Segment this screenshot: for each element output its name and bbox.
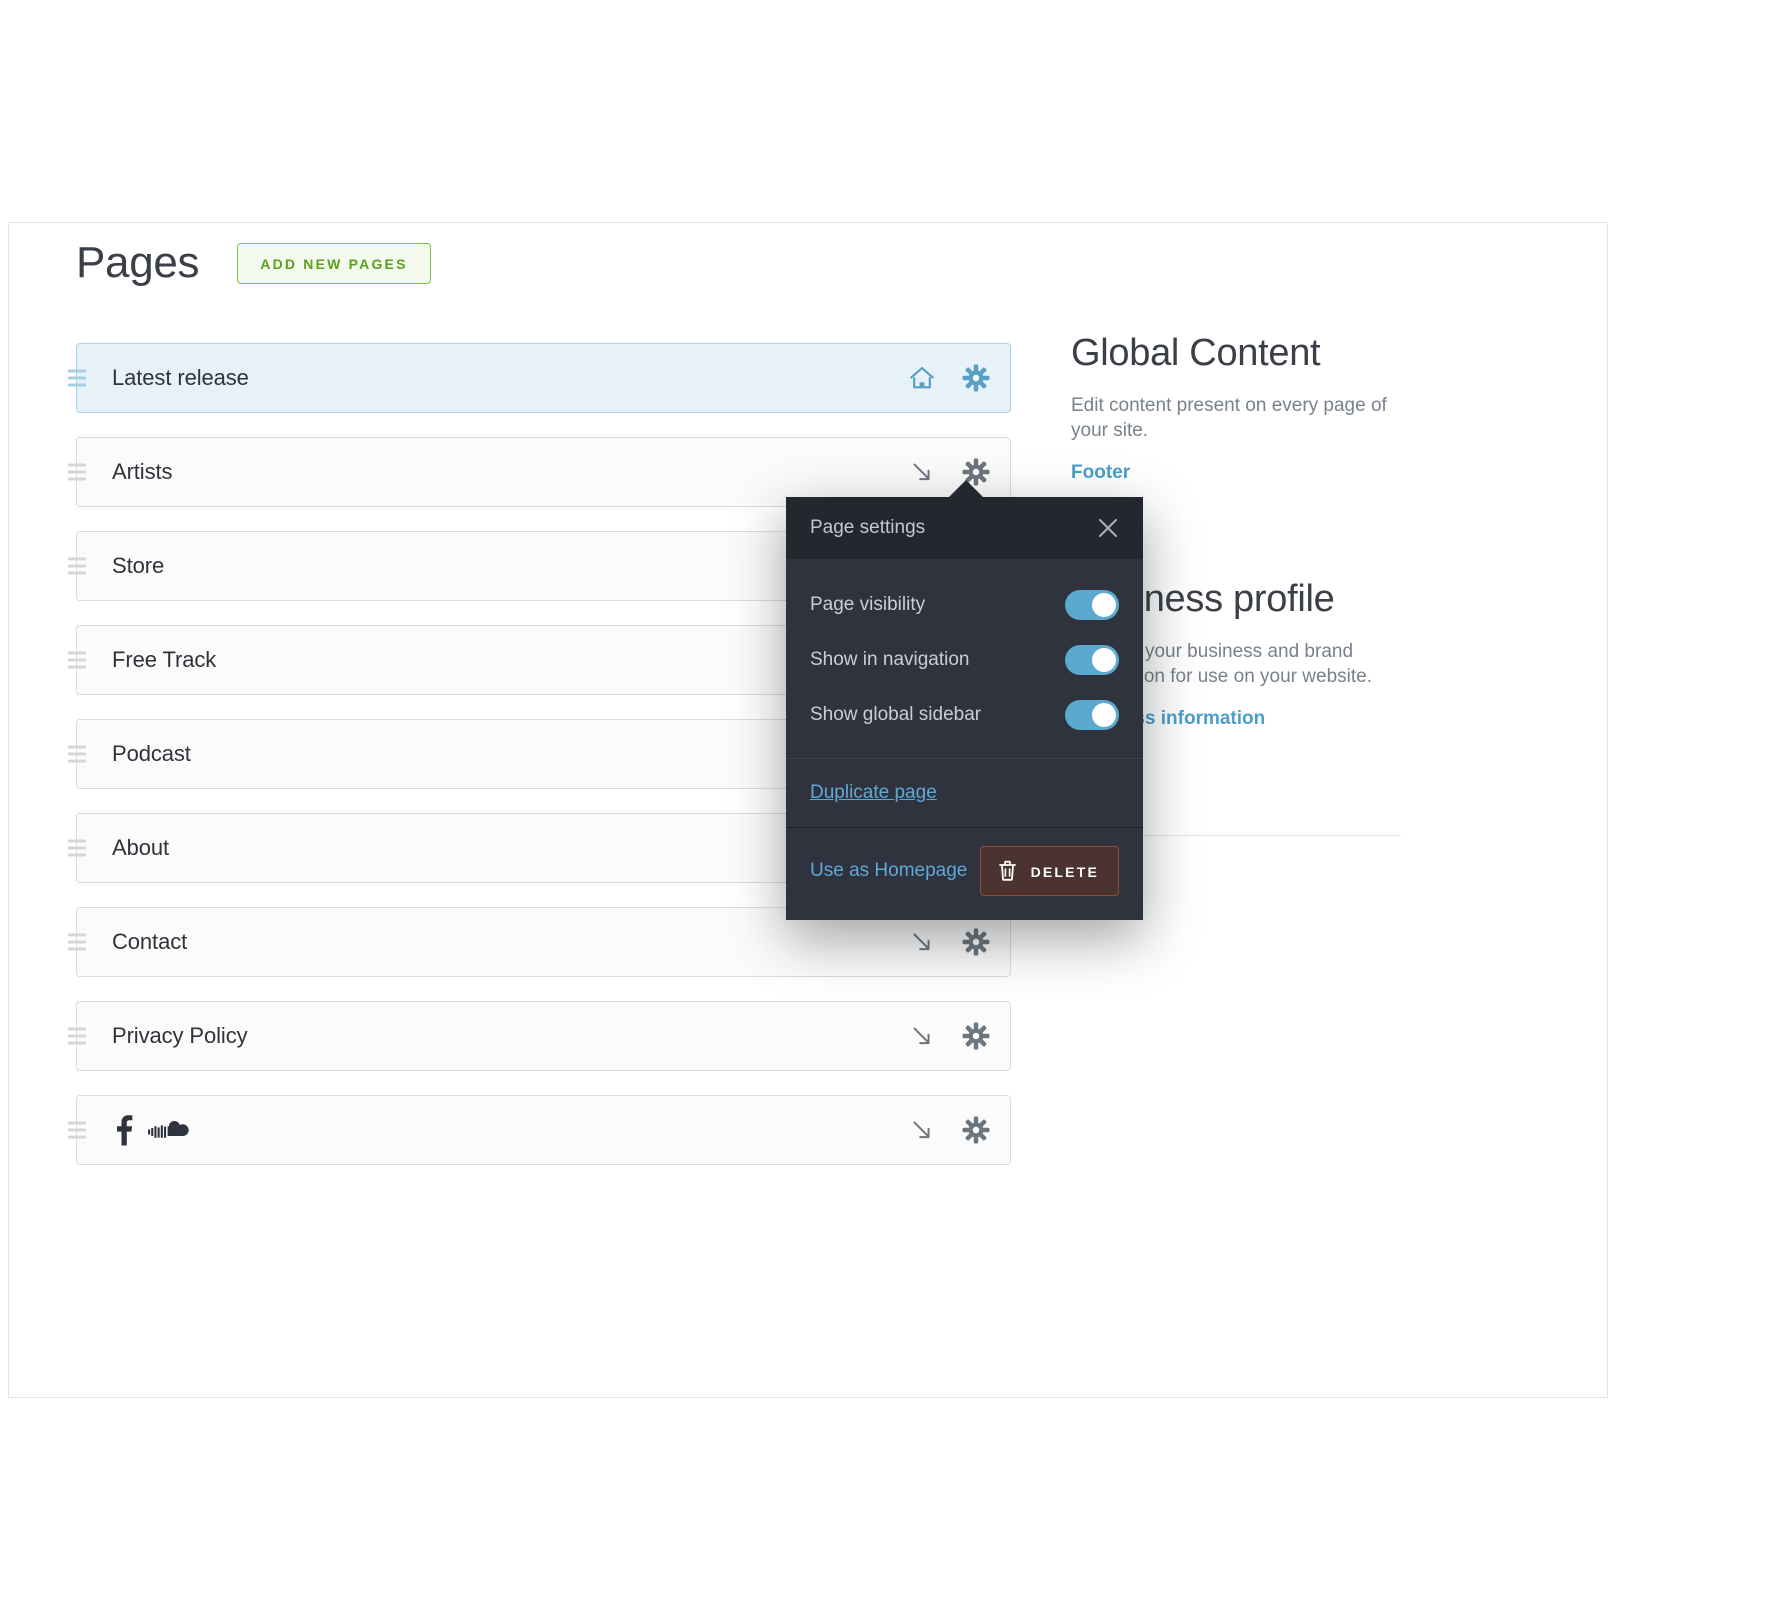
trash-icon <box>998 860 1017 883</box>
toggle-knob <box>1092 702 1116 727</box>
toggle-label: Page visibility <box>810 593 926 615</box>
page-row-actions <box>908 1116 990 1144</box>
page-row-actions <box>908 364 990 392</box>
page-row-actions <box>908 1022 990 1050</box>
delete-button-label: DELETE <box>1030 863 1099 880</box>
close-icon[interactable] <box>1095 515 1121 541</box>
global-content-description: Edit content present on every page of yo… <box>1071 394 1387 442</box>
popover-pointer-arrow <box>949 480 983 497</box>
delete-button[interactable]: DELETE <box>979 846 1119 896</box>
toggle-row: Show global sidebar <box>810 687 1119 742</box>
use-as-homepage-link[interactable]: Use as Homepage <box>810 860 967 882</box>
drag-handle-icon[interactable] <box>68 557 86 575</box>
soundcloud-icon[interactable] <box>148 1120 194 1140</box>
nest-arrow-icon[interactable] <box>908 1116 936 1144</box>
page-row-label: Latest release <box>112 365 249 390</box>
page-row-label: Privacy Policy <box>112 1023 248 1048</box>
page-row-actions <box>908 928 990 956</box>
toggle-label: Show global sidebar <box>810 703 982 725</box>
social-links-group <box>112 1114 194 1146</box>
drag-handle-icon[interactable] <box>68 1027 86 1045</box>
drag-handle-icon[interactable] <box>68 651 86 669</box>
global-content-title: Global Content <box>1071 332 1321 374</box>
duplicate-page-link[interactable]: Duplicate page <box>810 782 937 803</box>
popover-title: Page settings <box>810 517 926 538</box>
toggle-knob <box>1092 592 1116 617</box>
toggle-switch[interactable] <box>1065 589 1119 620</box>
drag-handle-icon[interactable] <box>68 933 86 951</box>
gear-icon[interactable] <box>962 364 990 392</box>
gear-icon[interactable] <box>962 1116 990 1144</box>
page-title: Pages <box>76 238 200 287</box>
global-content-link-footer[interactable]: Footer <box>1071 462 1401 484</box>
toggle-row: Show in navigation <box>810 632 1119 687</box>
page-row-label: About <box>112 835 169 860</box>
page-row-label: Contact <box>112 929 188 954</box>
page-row[interactable]: Latest release <box>68 343 1011 413</box>
gear-icon[interactable] <box>962 1022 990 1050</box>
page-row-label: Store <box>112 553 165 578</box>
popover-footer: Use as Homepage DELETE <box>786 828 1143 920</box>
nest-arrow-icon[interactable] <box>908 458 936 486</box>
nest-arrow-icon[interactable] <box>908 1022 936 1050</box>
page-row-label: Artists <box>112 459 173 484</box>
facebook-icon[interactable] <box>112 1114 134 1146</box>
drag-handle-icon[interactable] <box>68 839 86 857</box>
toggle-label: Show in navigation <box>810 648 970 670</box>
drag-handle-icon[interactable] <box>68 463 86 481</box>
drag-handle-icon[interactable] <box>68 1121 86 1139</box>
drag-handle-icon[interactable] <box>68 369 86 387</box>
page-row-label: Free Track <box>112 647 217 672</box>
home-icon[interactable] <box>908 364 936 392</box>
popover-header: Page settings <box>786 497 1143 559</box>
toggle-knob <box>1092 647 1116 672</box>
toggle-switch[interactable] <box>1065 699 1119 730</box>
popover-duplicate-section: Duplicate page <box>786 758 1143 828</box>
drag-handle-icon[interactable] <box>68 745 86 763</box>
add-new-pages-button[interactable]: ADD NEW PAGES <box>237 242 431 284</box>
page-row[interactable] <box>68 1095 1011 1165</box>
page-row-label: Podcast <box>112 741 191 766</box>
page-settings-popover: Page settings Page visibility Show in nav… <box>786 480 1143 920</box>
gear-icon[interactable] <box>962 928 990 956</box>
toggle-switch[interactable] <box>1065 644 1119 675</box>
toggle-row: Page visibility <box>810 577 1119 632</box>
page-row[interactable]: Privacy Policy <box>68 1001 1011 1071</box>
popover-toggle-group: Page visibility Show in navigation Show gl… <box>786 559 1143 758</box>
page-header: Pages ADD NEW PAGES <box>76 241 431 285</box>
nest-arrow-icon[interactable] <box>908 928 936 956</box>
